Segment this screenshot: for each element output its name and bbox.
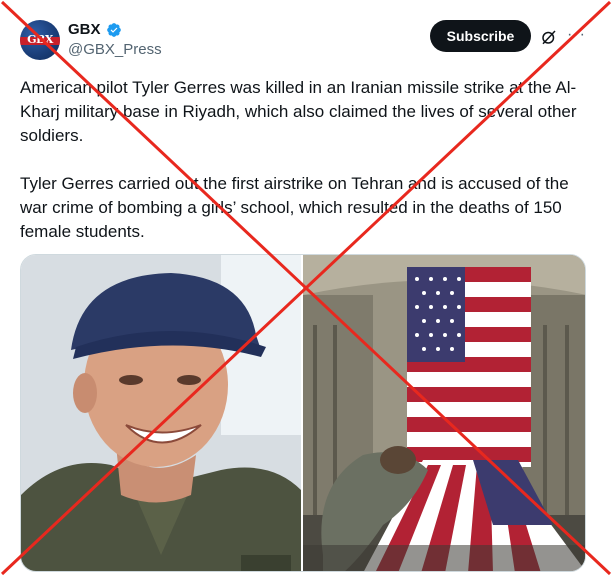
flag-draped-coffin-photo[interactable]: [303, 255, 585, 571]
display-name[interactable]: GBX: [68, 21, 101, 38]
verified-badge-icon: [106, 22, 121, 37]
smiling-pilot-photo[interactable]: [21, 255, 301, 571]
post-card: GBX GBX @GBX_Press Subscribe ··· America…: [0, 0, 612, 576]
grok-icon[interactable]: [540, 28, 558, 46]
handle[interactable]: @GBX_Press: [68, 41, 162, 58]
subscribe-button[interactable]: Subscribe: [430, 20, 531, 52]
more-options-icon[interactable]: ···: [567, 26, 586, 44]
avatar-text: GBX: [27, 33, 53, 46]
post-text-paragraph-2: Tyler Gerres carried out the first airst…: [20, 174, 569, 241]
avatar[interactable]: GBX: [20, 20, 60, 60]
media-grid: [20, 254, 586, 572]
post-text-paragraph-1: American pilot Tyler Gerres was killed i…: [20, 78, 577, 145]
author-row: GBX: [68, 21, 122, 38]
